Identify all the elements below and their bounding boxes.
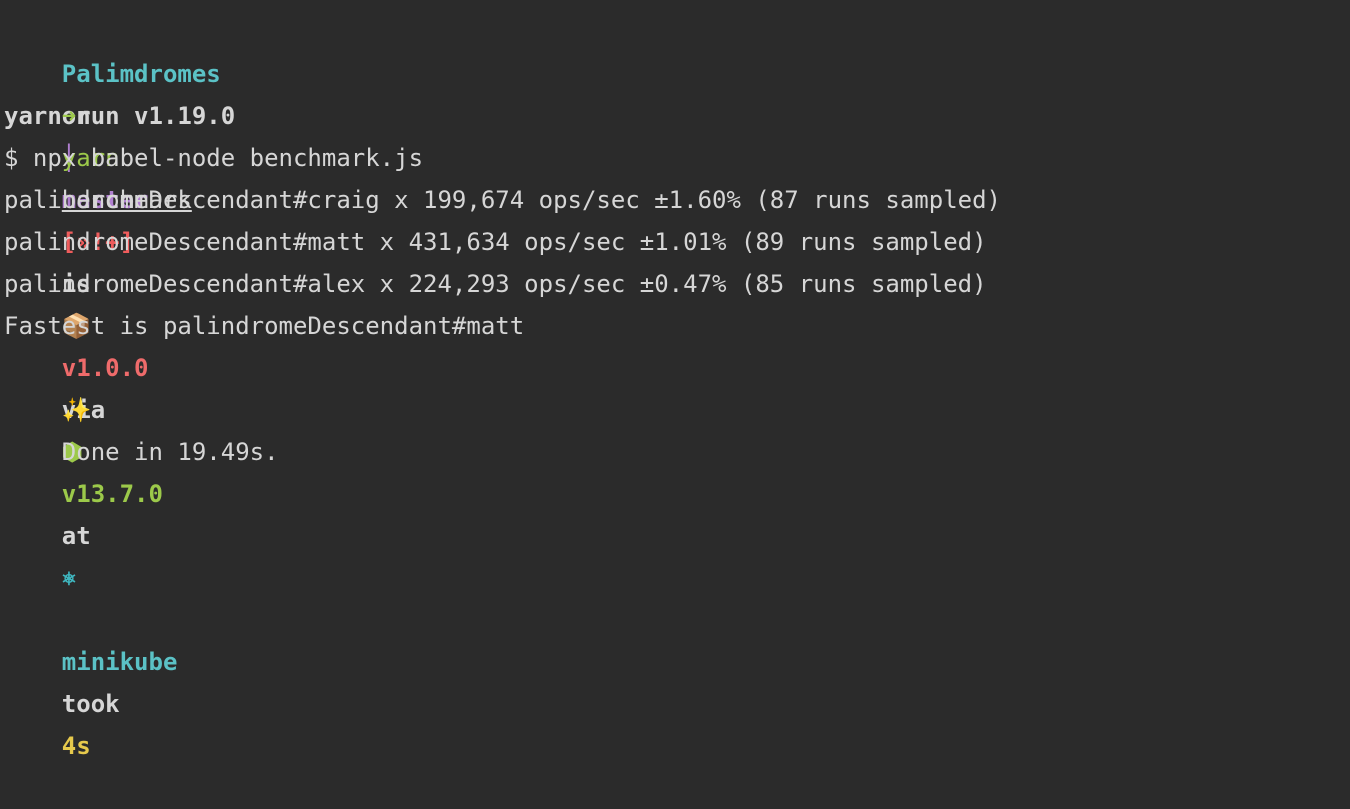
k8s-context: minikube xyxy=(61,648,178,676)
node-version: v13.7.0 xyxy=(61,480,163,508)
benchmark-result-matt: palindromeDescendant#matt x 431,634 ops/… xyxy=(4,228,987,256)
yarn-version-line: yarn run v1.19.0 xyxy=(4,102,236,130)
prompt-line: Palimdromes on │ master [»!+] is 📦 v1.0.… xyxy=(4,11,1350,760)
benchmark-result-craig: palindromeDescendant#craig x 199,674 ops… xyxy=(4,186,1001,214)
kubernetes-icon: ⎈ xyxy=(61,564,77,592)
command-duration: 4s xyxy=(61,732,91,760)
done-line: ✨ Done in 19.49s. xyxy=(4,347,1350,466)
benchmark-result-alex: palindromeDescendant#alex x 224,293 ops/… xyxy=(4,270,987,298)
exec-line: $ npx babel-node benchmark.js xyxy=(4,144,424,172)
done-text: Done in 19.49s. xyxy=(61,438,279,466)
prompt-directory: Palimdromes xyxy=(61,60,221,88)
prompt-took-word: took xyxy=(61,690,120,718)
package-version: v1.0.0 xyxy=(61,354,149,382)
terminal-window[interactable]: Palimdromes on │ master [»!+] is 📦 v1.0.… xyxy=(0,0,1350,760)
fastest-line: Fastest is palindromeDescendant#matt xyxy=(4,312,525,340)
sparkles-icon: ✨ xyxy=(61,396,92,424)
prompt-at-word: at xyxy=(61,522,91,550)
